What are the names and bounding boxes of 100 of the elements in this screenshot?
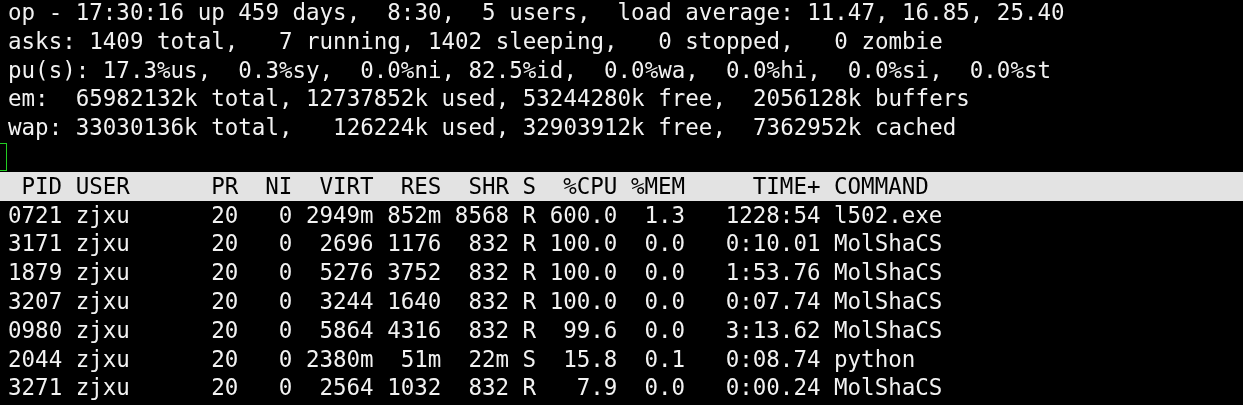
summary-line: wap: 33030136k total, 126224k used, 32903912k free, 7362952k cached	[8, 113, 958, 142]
column-header: VIRT	[318, 171, 374, 201]
table-cell-text: 0:08.74	[724, 344, 821, 374]
table-cell: 600.0	[549, 200, 618, 230]
column-header: SHR	[467, 171, 510, 201]
table-cell: 2949m	[305, 200, 374, 230]
table-cell: 852m	[387, 200, 442, 230]
column-header: %CPU	[562, 171, 618, 201]
table-cell: 1640	[387, 286, 442, 316]
table-cell-text: MolShaCS	[834, 315, 944, 345]
table-cell: R	[522, 286, 537, 316]
table-cell-text: 22m	[467, 344, 510, 374]
table-cell-text: 832	[467, 315, 510, 345]
table-cell-text: 0	[277, 200, 293, 230]
table-cell-text: zjxu	[75, 286, 131, 316]
table-cell-text: python	[834, 344, 917, 374]
table-cell-text: 0.0	[643, 286, 686, 316]
column-header: %MEM	[630, 171, 686, 201]
table-cell: R	[522, 229, 537, 259]
table-cell: 3271	[8, 373, 63, 403]
table-cell-text: 3244	[318, 286, 374, 316]
column-header: PID	[20, 171, 63, 201]
table-cell-text: 0:07.74	[724, 286, 821, 316]
table-cell-text: 0	[277, 315, 293, 345]
table-cell: 1032	[387, 373, 442, 403]
summary-line: pu(s): 17.3%us, 0.3%sy, 0.0%ni, 82.5%id, 0.0%wa, 0.0%hi, 0.0%si, 0.0%st	[8, 55, 1053, 85]
table-cell-text: 2564	[318, 373, 374, 403]
column-header: PR	[210, 171, 239, 201]
table-cell-text: 0	[277, 344, 293, 374]
table-cell: S	[522, 344, 537, 374]
table-cell-text: 1228:54	[724, 200, 821, 230]
table-cell-text: 0.0	[643, 373, 686, 403]
table-cell: 1176	[387, 229, 442, 259]
table-cell-text: 0:10.01	[724, 229, 821, 259]
table-cell-text: MolShaCS	[834, 229, 944, 259]
table-cell: 2380m	[305, 344, 374, 374]
table-cell-text: 0	[277, 373, 293, 403]
table-cell-text: zjxu	[75, 229, 131, 259]
table-cell-text: 0.0	[643, 258, 686, 287]
table-cell-text: 0.1	[643, 344, 686, 374]
table-cell-text: 832	[467, 286, 510, 316]
table-cell-text: zjxu	[75, 344, 131, 374]
table-cell-text: 832	[467, 229, 510, 259]
table-cell-text: 1:53.76	[724, 258, 821, 287]
table-cell-text: zjxu	[75, 315, 131, 345]
table-cell: 100.0	[549, 229, 618, 259]
table-cell-text: 1.3	[643, 200, 686, 230]
table-cell-text: 20	[210, 373, 239, 403]
table-cell: 3207	[8, 286, 63, 316]
table-cell-text: 0.0	[643, 315, 686, 345]
table-cell-text: 0:00.24	[724, 373, 821, 403]
table-cell: 8568	[454, 200, 510, 230]
table-cell: 3171	[8, 229, 63, 259]
table-cell-text: 832	[467, 373, 510, 403]
table-cell-text: 0	[277, 286, 293, 316]
table-cell-text: 5276	[318, 258, 374, 287]
table-cell-text: 20	[210, 286, 239, 316]
table-cell-text: zjxu	[75, 200, 131, 230]
column-header: USER	[75, 171, 131, 201]
table-cell-text: 2696	[318, 229, 374, 259]
table-cell-text: 20	[210, 258, 239, 287]
table-cell: 1879	[8, 258, 63, 287]
table-cell-text: 3:13.62	[724, 315, 821, 345]
table-cell-text: 0	[277, 258, 293, 287]
table-cell-text: zjxu	[75, 373, 131, 403]
table-cell-text: MolShaCS	[834, 286, 944, 316]
table-cell: 0980	[8, 315, 63, 345]
column-header: NI	[264, 171, 293, 201]
table-cell-text: 0	[277, 229, 293, 259]
summary-line: asks: 1409 total, 7 running, 1402 sleeping, 0 stopped, 0 zombie	[8, 26, 944, 56]
cursor-icon	[0, 143, 7, 171]
table-cell-text: 51m	[399, 344, 442, 374]
table-cell-text: MolShaCS	[834, 373, 944, 403]
table-cell-text: zjxu	[75, 258, 131, 287]
table-cell: 3752	[387, 258, 442, 287]
table-cell: 0721	[8, 200, 63, 230]
table-cell-text: 7.9	[575, 373, 618, 403]
table-cell-text: 20	[210, 315, 239, 345]
table-cell-text: 99.6	[562, 315, 618, 345]
table-cell: R	[522, 258, 537, 287]
table-cell: 2044	[8, 344, 63, 374]
table-cell-text: 20	[210, 229, 239, 259]
table-cell: 100.0	[549, 258, 618, 287]
table-cell: R	[522, 200, 537, 230]
column-header: RES	[399, 171, 442, 201]
table-cell: 100.0	[549, 286, 618, 316]
table-cell-text: 20	[210, 344, 239, 374]
table-cell-text: 832	[467, 258, 510, 287]
table-cell: 4316	[387, 315, 442, 345]
column-header: COMMAND	[834, 171, 930, 201]
table-cell-text: MolShaCS	[834, 258, 944, 287]
column-header: S	[522, 171, 537, 201]
table-cell-text: 15.8	[562, 344, 618, 374]
table-cell-text: l502.exe	[834, 200, 944, 230]
summary-line: em: 65982132k total, 12737852k used, 53244280k free, 2056128k buffers	[8, 84, 971, 114]
summary-line: op - 17:30:16 up 459 days, 8:30, 5 users, load average: 11.47, 16.85, 25.40	[8, 0, 1066, 27]
table-cell-text: 20	[210, 200, 239, 230]
table-cell: R	[522, 373, 537, 403]
column-header: TIME+	[751, 171, 821, 201]
table-cell-text: 5864	[318, 315, 374, 345]
